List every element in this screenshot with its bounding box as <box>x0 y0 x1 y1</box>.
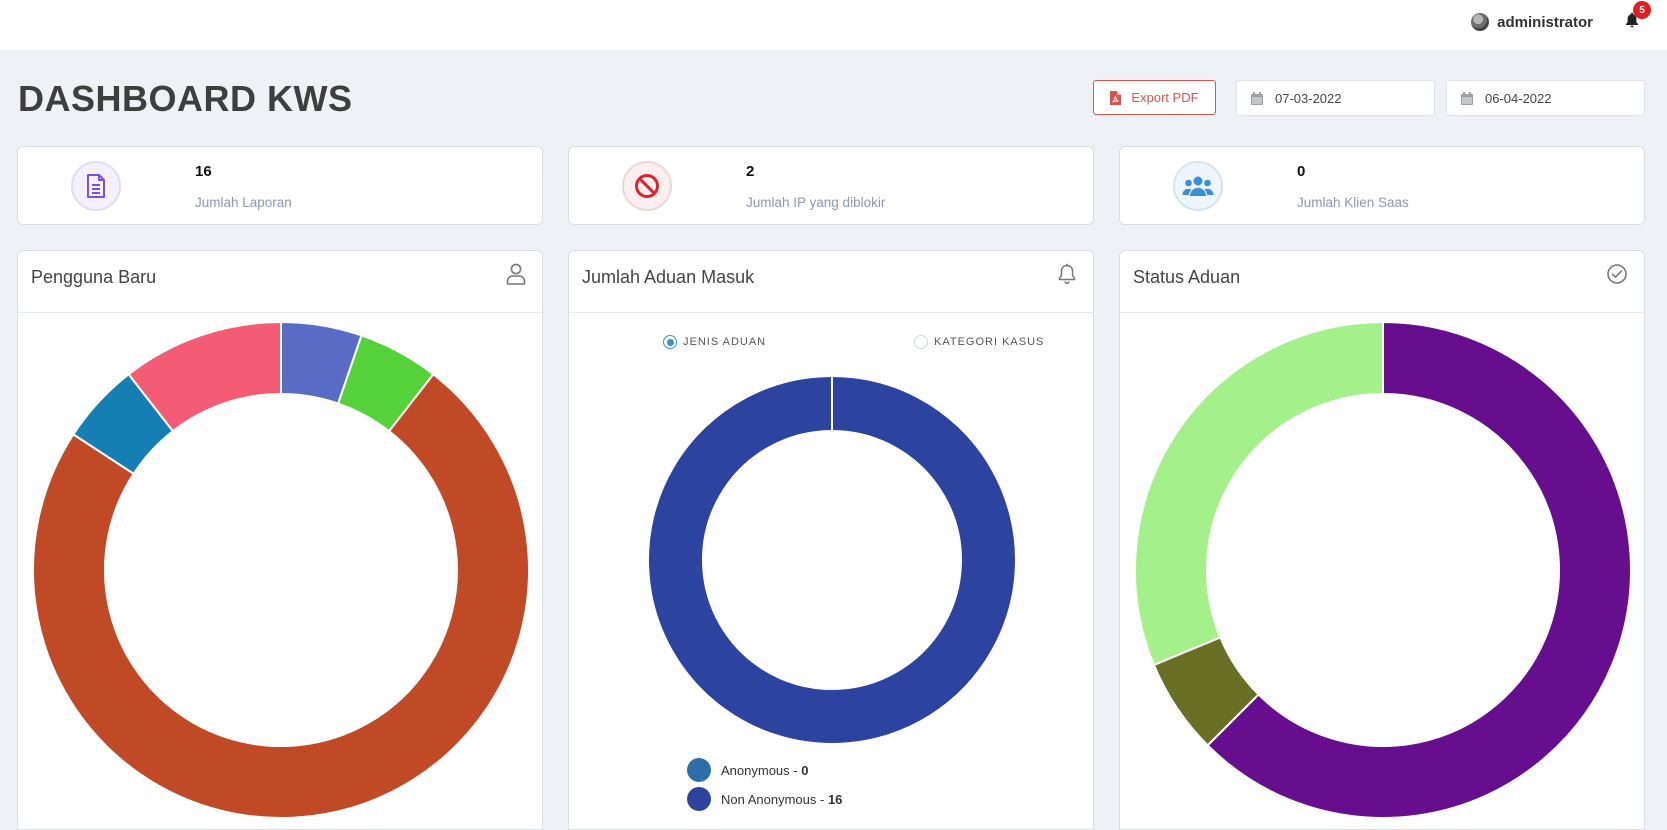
user-icon[interactable] <box>506 263 526 285</box>
notification-badge: 5 <box>1633 1 1651 19</box>
stat-icon-wrap <box>622 161 672 211</box>
avatar[interactable] <box>1471 13 1490 31</box>
donut-slice-3 <box>1134 320 1384 667</box>
card-header: Jumlah Aduan Masuk <box>569 251 1093 313</box>
export-pdf-label: Export PDF <box>1131 90 1199 105</box>
aduan-donut-chart <box>649 377 1015 743</box>
page-title: DASHBOARD KWS <box>18 78 353 119</box>
legend-item-anonymous: Anonymous - 0 <box>687 758 808 782</box>
date-to-value: 06-04-2022 <box>1485 90 1552 106</box>
calendar-icon <box>1251 91 1263 105</box>
ban-icon <box>635 174 659 198</box>
legend-swatch <box>687 787 711 811</box>
document-icon <box>87 174 105 198</box>
radio-kategori-kasus[interactable]: KATEGORI KASUS <box>914 335 1044 349</box>
legend-swatch <box>687 758 711 782</box>
stat-card-laporan: 16 Jumlah Laporan <box>17 146 543 225</box>
card-title: Status Aduan <box>1133 267 1241 287</box>
date-to-field[interactable]: 06-04-2022 <box>1446 80 1645 116</box>
stat-label: Jumlah Laporan <box>195 195 292 210</box>
stat-label: Jumlah IP yang diblokir <box>746 195 886 210</box>
stat-value: 2 <box>746 163 755 180</box>
card-title: Pengguna Baru <box>31 267 157 287</box>
donut-slice-non-anonymous <box>649 377 1015 743</box>
stat-icon-wrap <box>71 161 121 211</box>
card-status-aduan: Status Aduan <box>1119 250 1645 830</box>
radio-button[interactable] <box>914 335 928 349</box>
card-body <box>18 313 542 829</box>
status-aduan-donut-chart <box>1134 320 1633 819</box>
date-from-field[interactable]: 07-03-2022 <box>1236 80 1435 116</box>
card-body <box>1120 313 1644 829</box>
card-header: Status Aduan <box>1120 251 1644 313</box>
stat-value: 0 <box>1297 163 1306 180</box>
radio-jenis-aduan[interactable]: JENIS ADUAN <box>663 335 766 349</box>
bell-outline-icon[interactable] <box>1057 263 1077 285</box>
stat-card-ip-blocked: 2 Jumlah IP yang diblokir <box>568 146 1094 225</box>
notification-button[interactable]: 5 <box>1625 1 1651 32</box>
check-circle-icon[interactable] <box>1606 263 1628 285</box>
top-bar: administrator 5 <box>0 0 1667 50</box>
card-pengguna-baru: Pengguna Baru <box>17 250 543 830</box>
date-from-value: 07-03-2022 <box>1275 90 1342 106</box>
calendar-icon <box>1461 91 1473 105</box>
stat-card-klien-saas: 0 Jumlah Klien Saas <box>1119 146 1645 225</box>
users-icon <box>1182 176 1214 196</box>
user-name[interactable]: administrator <box>1497 14 1593 31</box>
legend-text: Non Anonymous - 16 <box>721 791 843 807</box>
pdf-icon <box>1110 90 1122 105</box>
radio-button[interactable] <box>663 335 677 349</box>
stat-value: 16 <box>195 163 212 180</box>
stat-label: Jumlah Klien Saas <box>1297 195 1409 210</box>
legend-text: Anonymous - 0 <box>721 762 809 778</box>
pengguna-baru-donut-chart <box>32 320 530 819</box>
legend-item-non-anonymous: Non Anonymous - 16 <box>687 787 842 811</box>
export-pdf-button[interactable]: Export PDF <box>1093 80 1216 115</box>
card-title: Jumlah Aduan Masuk <box>582 267 755 287</box>
radio-label: KATEGORI KASUS <box>934 336 1045 348</box>
stat-icon-wrap <box>1173 161 1223 211</box>
card-header: Pengguna Baru <box>18 251 542 313</box>
user-menu[interactable]: administrator <box>1471 11 1593 33</box>
radio-label: JENIS ADUAN <box>683 336 767 348</box>
